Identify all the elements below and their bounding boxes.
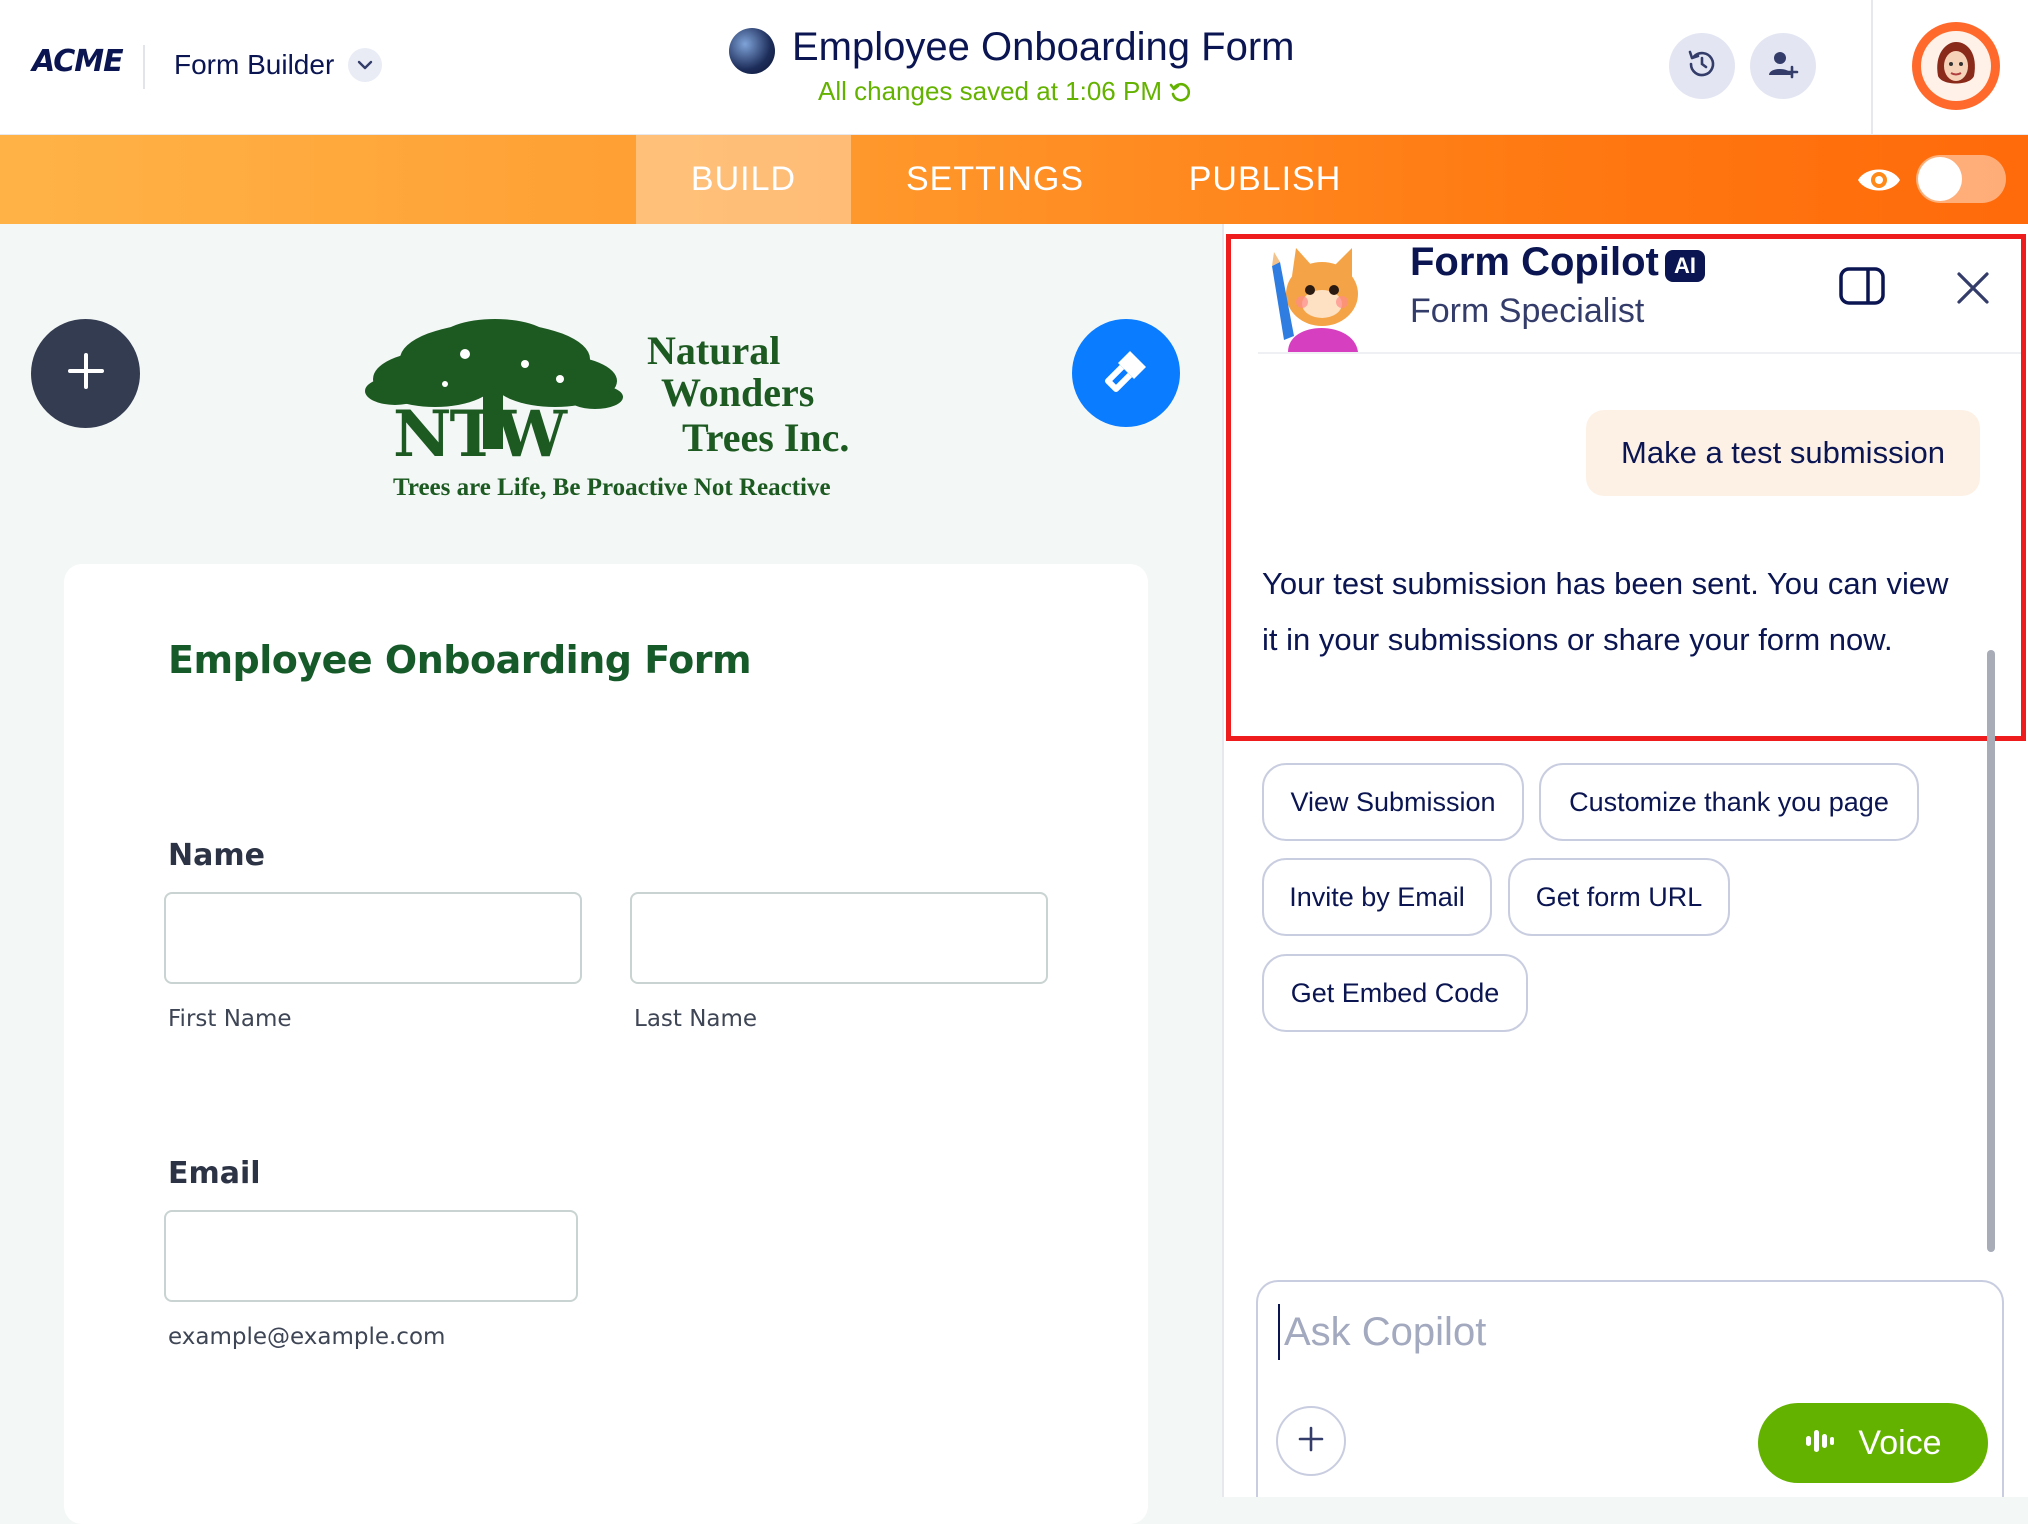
chat-scrollbar[interactable] — [1987, 650, 1995, 1252]
plus-icon — [64, 349, 108, 398]
tab-publish[interactable]: PUBLISH — [1150, 135, 1380, 224]
history-button[interactable] — [1669, 33, 1735, 99]
form-title[interactable]: Employee Onboarding Form — [792, 25, 1294, 70]
tab-build[interactable]: BUILD — [636, 135, 851, 224]
voice-button[interactable]: Voice — [1758, 1403, 1988, 1483]
form-card: Employee Onboarding Form Name First Name… — [64, 564, 1148, 1524]
refresh-icon — [1169, 76, 1191, 106]
form-heading[interactable]: Employee Onboarding Form — [168, 638, 752, 682]
acme-logo[interactable]: ACME — [32, 44, 124, 79]
logo-initials: NTW — [393, 397, 567, 472]
last-name-sublabel: Last Name — [634, 1006, 758, 1032]
first-name-field[interactable] — [164, 892, 582, 984]
avatar-face-icon — [1921, 31, 1991, 101]
chevron-down-icon[interactable] — [348, 48, 383, 82]
history-icon — [1685, 47, 1719, 86]
form-globe-icon — [729, 28, 775, 74]
add-collaborator-button[interactable] — [1750, 33, 1816, 99]
logo-tagline: Trees are Life, Be Proactive Not Reactiv… — [393, 474, 831, 501]
paint-roller-icon — [1100, 345, 1152, 402]
add-element-button[interactable] — [31, 319, 140, 428]
form-builder-menu[interactable]: Form Builder — [174, 48, 383, 82]
email-field[interactable] — [164, 1210, 578, 1302]
add-collaborator-icon — [1766, 47, 1800, 86]
preview-toggle[interactable] — [1916, 155, 2006, 203]
chip-get-form-url[interactable]: Get form URL — [1508, 858, 1730, 936]
ask-copilot-box: Voice — [1256, 1280, 2004, 1497]
waveform-icon — [1804, 1424, 1836, 1463]
header-divider-right — [1871, 0, 1873, 135]
form-canvas: NTW Natural Wonders Trees Inc. Trees are… — [0, 224, 1222, 1524]
ask-copilot-input[interactable] — [1278, 1304, 1928, 1360]
top-header: ACME Form Builder Employee Onboarding Fo… — [0, 0, 2028, 135]
save-status-text: All changes saved at 1:06 PM — [818, 76, 1162, 106]
email-label[interactable]: Email — [168, 1156, 261, 1191]
plus-icon — [1297, 1425, 1325, 1458]
highlight-box — [1226, 234, 2026, 741]
logo-line-wonders: Wonders — [661, 370, 815, 415]
name-label[interactable]: Name — [168, 838, 265, 873]
form-builder-label: Form Builder — [174, 49, 335, 80]
last-name-field[interactable] — [630, 892, 1048, 984]
toggle-knob — [1918, 157, 1962, 201]
builder-nav: BUILD SETTINGS PUBLISH — [0, 135, 2028, 224]
preview-eye-icon[interactable] — [1856, 160, 1902, 205]
chip-get-embed-code[interactable]: Get Embed Code — [1262, 954, 1528, 1032]
logo-line-trees: Trees Inc. — [682, 415, 850, 460]
form-designer-button[interactable] — [1072, 319, 1180, 427]
voice-label: Voice — [1858, 1423, 1942, 1462]
logo-line-natural: Natural — [647, 328, 781, 373]
header-divider — [143, 45, 145, 89]
chip-customize-thank-you[interactable]: Customize thank you page — [1539, 763, 1919, 841]
email-sublabel: example@example.com — [168, 1324, 446, 1350]
save-status: All changes saved at 1:06 PM — [818, 76, 1191, 107]
user-avatar[interactable] — [1912, 22, 2000, 110]
first-name-sublabel: First Name — [168, 1006, 292, 1032]
attach-button[interactable] — [1276, 1406, 1346, 1476]
tab-settings[interactable]: SETTINGS — [880, 135, 1110, 224]
company-logo: NTW Natural Wonders Trees Inc. Trees are… — [355, 309, 875, 529]
chip-invite-by-email[interactable]: Invite by Email — [1262, 858, 1492, 936]
chip-view-submission[interactable]: View Submission — [1262, 763, 1524, 841]
